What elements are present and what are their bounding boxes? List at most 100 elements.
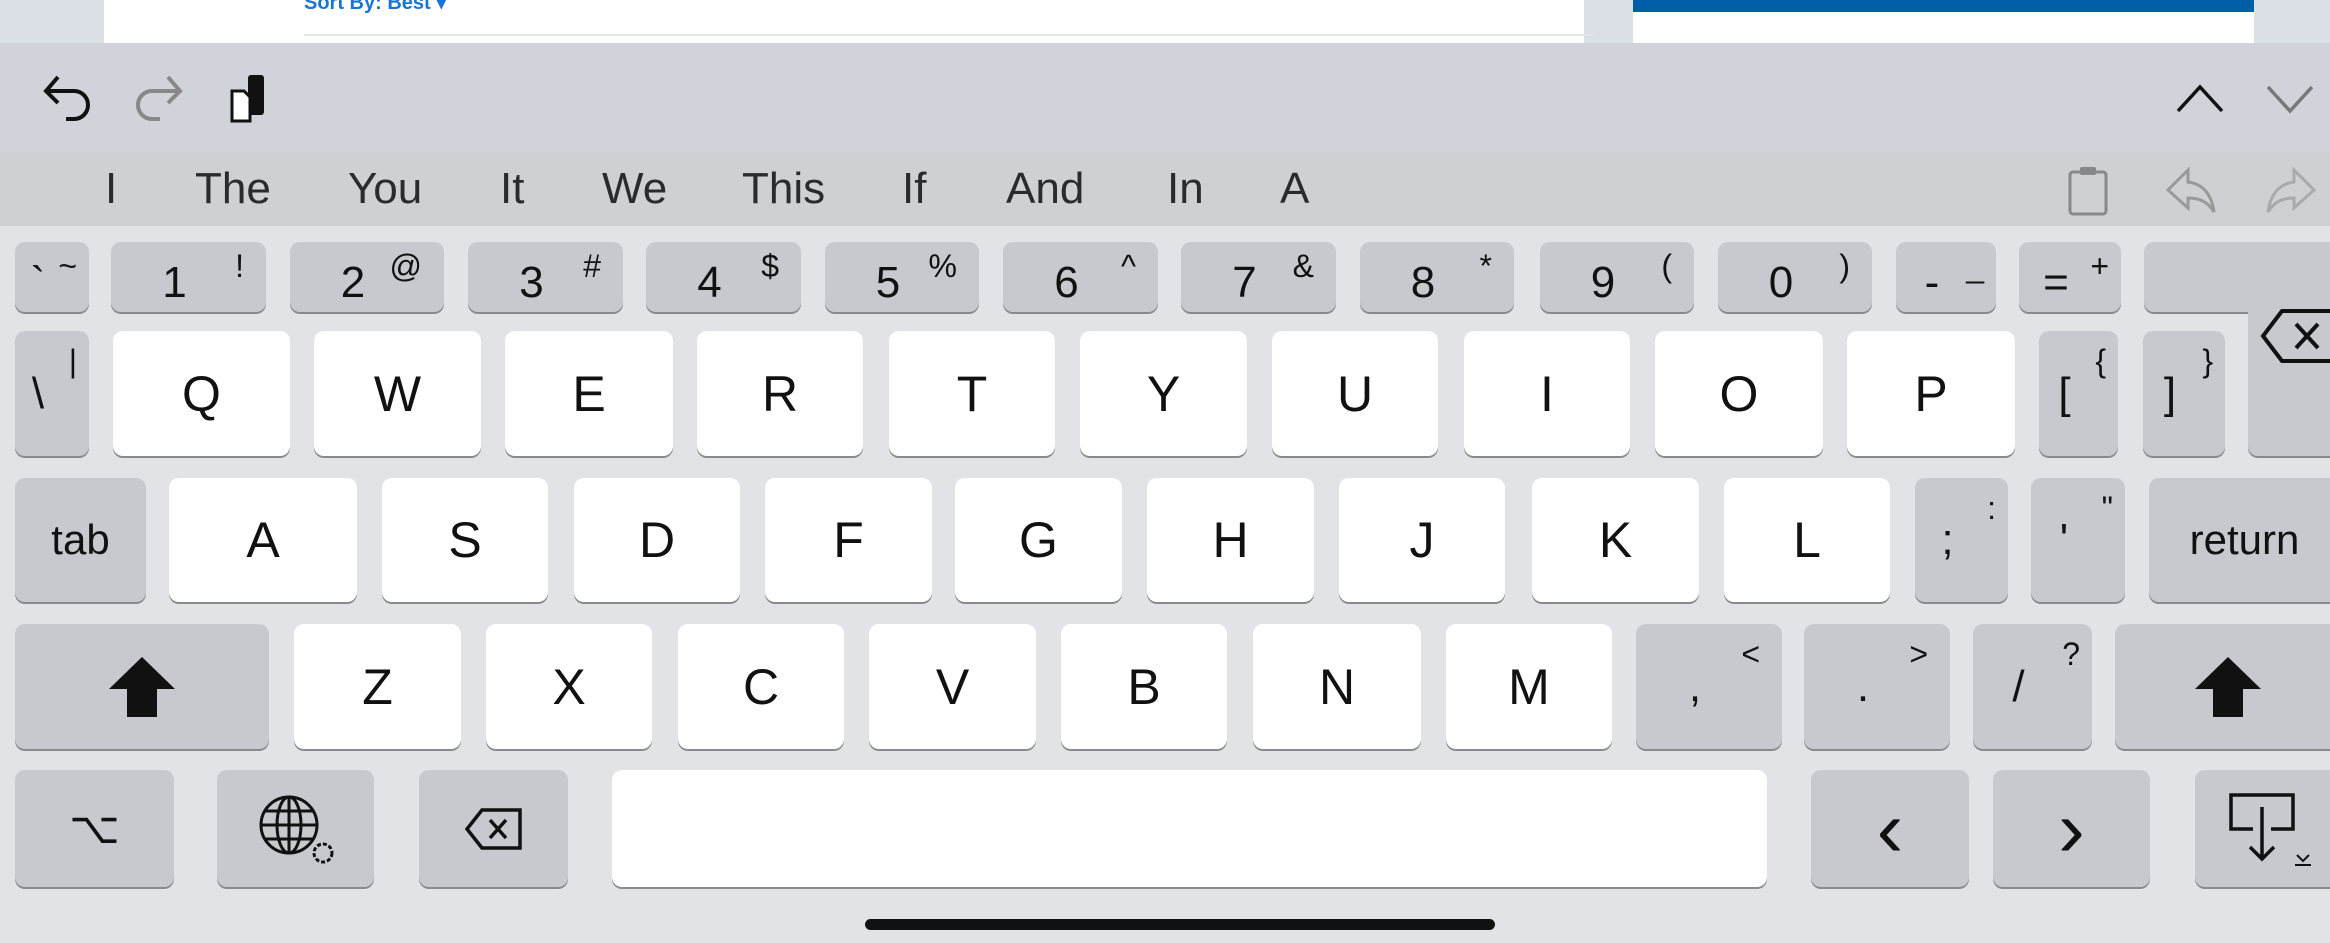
prediction-in[interactable]: In xyxy=(1167,162,1204,216)
key-shift-label: } xyxy=(2202,343,2213,379)
m-key[interactable]: M xyxy=(1446,624,1612,749)
backslash-key[interactable]: \ | xyxy=(15,331,89,456)
key-label: G xyxy=(1019,512,1058,568)
7-key[interactable]: 7 & xyxy=(1181,242,1336,312)
2-key[interactable]: 2 @ xyxy=(290,242,444,312)
key-label: \ xyxy=(31,368,45,418)
period-key[interactable]: . > xyxy=(1804,624,1950,749)
key-label: 0 xyxy=(1768,258,1794,307)
key-shift-label: ! xyxy=(235,248,244,284)
minus-key[interactable]: - _ xyxy=(1896,242,1996,312)
backspace-key-lower[interactable] xyxy=(2248,286,2330,456)
delete-key[interactable] xyxy=(419,770,568,887)
9-key[interactable]: 9( xyxy=(1540,242,1694,312)
i-key[interactable]: I xyxy=(1464,331,1630,456)
k-key[interactable]: K xyxy=(1532,478,1699,602)
3-key[interactable]: 3 # xyxy=(468,242,623,312)
return-key[interactable]: return xyxy=(2149,478,2330,602)
6-key[interactable]: 6 ^ xyxy=(1003,242,1158,312)
prediction-we[interactable]: We xyxy=(602,162,667,216)
key-label: return xyxy=(2189,516,2300,563)
0-key[interactable]: 0) xyxy=(1718,242,1872,312)
a-key[interactable]: A xyxy=(169,478,357,602)
redo-icon[interactable] xyxy=(130,71,186,127)
prediction-it[interactable]: It xyxy=(500,162,524,216)
4-key[interactable]: 4 $ xyxy=(646,242,801,312)
c-key[interactable]: C xyxy=(678,624,844,749)
quote-key[interactable]: ' " xyxy=(2031,478,2125,602)
key-label: ] xyxy=(2163,368,2177,418)
comma-key[interactable]: , < xyxy=(1636,624,1782,749)
g-key[interactable]: G xyxy=(955,478,1122,602)
s-key[interactable]: S xyxy=(382,478,548,602)
arrow-left-icon: ‹ xyxy=(1876,783,1904,873)
y-key[interactable]: Y xyxy=(1080,331,1247,456)
prediction-the[interactable]: The xyxy=(195,162,271,216)
x-key[interactable]: X xyxy=(486,624,652,749)
v-key[interactable]: V xyxy=(869,624,1036,749)
shift-key[interactable] xyxy=(15,624,269,749)
key-shift-label: < xyxy=(1741,636,1760,672)
keyboard-dismiss-key[interactable] xyxy=(2195,770,2330,887)
5-key[interactable]: 5% xyxy=(825,242,979,312)
key-shift-label: { xyxy=(2095,343,2106,379)
prediction-if[interactable]: If xyxy=(902,162,926,216)
globe-key[interactable] xyxy=(217,770,374,887)
arrow-left-key[interactable]: ‹ xyxy=(1811,770,1969,887)
w-key[interactable]: W xyxy=(314,331,481,456)
backspace-icon xyxy=(2260,308,2330,364)
prediction-this[interactable]: This xyxy=(742,162,825,216)
divider xyxy=(304,34,1594,36)
sort-dropdown[interactable]: Sort By: Best ▾ xyxy=(304,0,446,15)
equals-key[interactable]: = + xyxy=(2019,242,2121,312)
clipboard-icon[interactable] xyxy=(2060,162,2116,218)
n-key[interactable]: N xyxy=(1253,624,1421,749)
tab-key[interactable]: tab xyxy=(15,478,146,602)
semicolon-key[interactable]: ;: xyxy=(1915,478,2008,602)
8-key[interactable]: 8 * xyxy=(1360,242,1514,312)
home-indicator[interactable] xyxy=(865,919,1495,930)
slash-key[interactable]: /? xyxy=(1973,624,2092,749)
r-key[interactable]: R xyxy=(697,331,863,456)
e-key[interactable]: E xyxy=(505,331,673,456)
prediction-you[interactable]: You xyxy=(348,162,422,216)
p-key[interactable]: P xyxy=(1847,331,2015,456)
side-panel xyxy=(1633,0,2254,43)
undo-icon[interactable] xyxy=(40,71,96,127)
d-key[interactable]: D xyxy=(574,478,740,602)
b-key[interactable]: B xyxy=(1061,624,1227,749)
prediction-and[interactable]: And xyxy=(1006,162,1084,216)
chevron-down-icon[interactable] xyxy=(2262,71,2318,127)
key-shift-label: > xyxy=(1909,636,1928,672)
reply-icon[interactable] xyxy=(2162,162,2218,218)
key-label: 9 xyxy=(1590,258,1616,307)
bracket-right-key[interactable]: ]} xyxy=(2143,331,2225,456)
keyboard-toolbar xyxy=(0,43,2330,152)
prediction-a[interactable]: A xyxy=(1280,162,1309,216)
option-key[interactable]: ⌥ xyxy=(15,770,174,887)
key-label: B xyxy=(1127,658,1161,715)
key-shift-label: + xyxy=(2090,248,2109,284)
bracket-left-key[interactable]: [{ xyxy=(2039,331,2118,456)
u-key[interactable]: U xyxy=(1272,331,1438,456)
key-label: U xyxy=(1336,365,1374,422)
t-key[interactable]: T xyxy=(889,331,1055,456)
f-key[interactable]: F xyxy=(765,478,932,602)
1-key[interactable]: 1! xyxy=(111,242,266,312)
j-key[interactable]: J xyxy=(1339,478,1505,602)
chevron-up-icon[interactable] xyxy=(2172,71,2228,127)
key-label: H xyxy=(1212,512,1249,568)
space-key[interactable] xyxy=(612,770,1767,887)
backtick-key[interactable]: ` ~ xyxy=(15,242,89,312)
shift-key[interactable] xyxy=(2115,624,2330,749)
h-key[interactable]: H xyxy=(1147,478,1314,602)
prediction-i[interactable]: I xyxy=(105,162,117,216)
l-key[interactable]: L xyxy=(1724,478,1890,602)
forward-icon[interactable] xyxy=(2264,162,2320,218)
o-key[interactable]: O xyxy=(1655,331,1823,456)
q-key[interactable]: Q xyxy=(113,331,290,456)
arrow-right-key[interactable]: › xyxy=(1993,770,2150,887)
paste-icon[interactable] xyxy=(226,71,282,127)
key-shift-label: ) xyxy=(1839,248,1850,284)
z-key[interactable]: Z xyxy=(294,624,461,749)
